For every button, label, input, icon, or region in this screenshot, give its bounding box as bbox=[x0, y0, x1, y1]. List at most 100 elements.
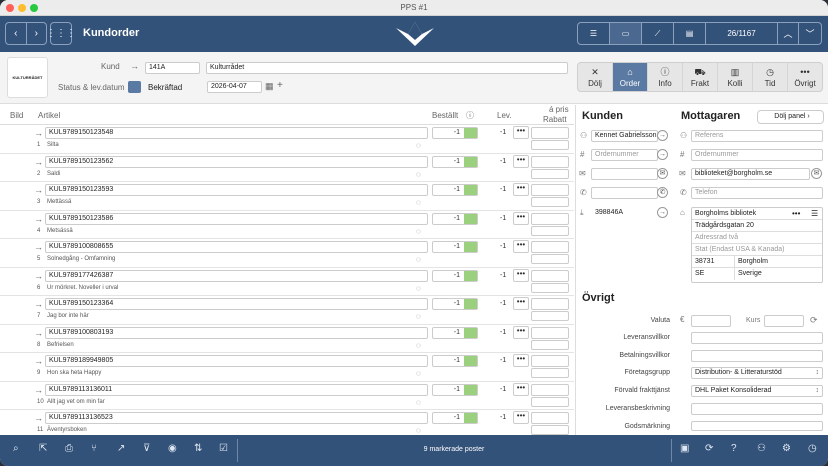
article-field[interactable]: KUL9789189949805 bbox=[45, 355, 428, 367]
kund-id-go-icon[interactable]: → bbox=[657, 207, 668, 218]
row-menu-button[interactable]: ••• bbox=[513, 325, 529, 339]
city-field[interactable]: Borgholm bbox=[734, 256, 768, 268]
mail-send-icon[interactable]: ✉ bbox=[811, 168, 822, 179]
ordered-qty-field[interactable]: -1 bbox=[432, 298, 478, 310]
article-field[interactable]: KUL9789113136523 bbox=[45, 412, 428, 424]
minimize-window-button[interactable] bbox=[18, 4, 26, 12]
price-field[interactable] bbox=[531, 298, 569, 310]
comment-icon[interactable]: ◌ bbox=[416, 170, 421, 179]
discount-field[interactable] bbox=[531, 396, 569, 407]
betalningsvillkor-field[interactable] bbox=[691, 350, 823, 362]
article-field[interactable]: KUL9789150123548 bbox=[45, 127, 428, 139]
ordered-qty-field[interactable]: -1 bbox=[432, 355, 478, 367]
arrow-right-icon[interactable]: → bbox=[34, 328, 43, 338]
country-name-field[interactable]: Sverige bbox=[734, 268, 762, 280]
address-name[interactable]: Borgholms bibliotek ••• ☰ bbox=[692, 208, 822, 220]
row-menu-button[interactable]: ••• bbox=[513, 240, 529, 253]
table-row[interactable]: → KUL9789150123586 4 Metsässä ◌ -1 -1 ••• bbox=[0, 211, 574, 239]
filter-icon[interactable]: ⊽ bbox=[143, 443, 150, 454]
ordered-qty-field[interactable]: -1 bbox=[432, 241, 478, 253]
price-field[interactable] bbox=[531, 241, 569, 253]
list-view-button[interactable]: ☰ bbox=[578, 23, 610, 44]
price-field[interactable] bbox=[531, 155, 569, 168]
tab-frakt[interactable]: ⛟ Frakt bbox=[683, 63, 718, 91]
table-row[interactable]: → KUL9789100808655 5 Solnedgång - Omfamning… bbox=[0, 239, 574, 268]
forward-icon[interactable]: › bbox=[26, 28, 46, 39]
article-field[interactable]: KUL9789150123586 bbox=[45, 212, 428, 225]
arrow-right-icon[interactable]: → bbox=[34, 385, 43, 395]
country-code-field[interactable]: SE bbox=[695, 270, 704, 277]
table-view-button[interactable]: ▤ bbox=[674, 23, 706, 44]
menu-icon[interactable]: ☰ bbox=[811, 208, 818, 220]
price-field[interactable] bbox=[531, 383, 569, 396]
info-icon[interactable]: ⓘ bbox=[466, 110, 474, 121]
discount-field[interactable] bbox=[531, 254, 569, 264]
more-dots-icon[interactable]: ••• bbox=[792, 208, 800, 220]
price-field[interactable] bbox=[531, 355, 569, 367]
arrow-right-icon[interactable]: → bbox=[130, 61, 139, 71]
contact-go-icon[interactable]: → bbox=[657, 130, 668, 141]
cursor-select-icon[interactable]: ⇱ bbox=[39, 443, 47, 454]
arrow-right-icon[interactable]: → bbox=[34, 299, 43, 309]
clock-icon[interactable]: ◷ bbox=[808, 443, 817, 454]
referens-field[interactable]: Referens bbox=[691, 130, 823, 142]
tab-tid[interactable]: ◷ Tid bbox=[753, 63, 788, 91]
comment-icon[interactable]: ◌ bbox=[416, 198, 421, 207]
discount-field[interactable] bbox=[531, 140, 569, 150]
comment-icon[interactable]: ◌ bbox=[416, 255, 421, 264]
comment-icon[interactable]: ◌ bbox=[416, 227, 421, 236]
leveransvillkor-field[interactable] bbox=[691, 332, 823, 344]
row-menu-button[interactable]: ••• bbox=[513, 268, 529, 282]
article-field[interactable]: KUL9789100808655 bbox=[45, 241, 428, 253]
comment-icon[interactable]: ◌ bbox=[416, 141, 421, 150]
delivery-date-field[interactable]: 2026-04-07 bbox=[207, 81, 262, 93]
split-icon[interactable]: ⑂ bbox=[91, 443, 97, 454]
table-row[interactable]: → KUL9789113136011 10 Allt jag vet om min f… bbox=[0, 382, 574, 410]
comment-icon[interactable]: ◌ bbox=[416, 341, 421, 350]
tab-övrigt[interactable]: ••• Övrigt bbox=[788, 63, 822, 91]
chart-view-button[interactable]: ⟋ bbox=[642, 23, 674, 44]
price-field[interactable] bbox=[531, 412, 569, 424]
checkbox-icon[interactable]: ☑ bbox=[219, 443, 228, 454]
leveransbeskrivning-field[interactable] bbox=[691, 403, 823, 415]
row-menu-button[interactable]: ••• bbox=[513, 211, 529, 225]
foretagsgrupp-select[interactable]: Distribution- & Litteraturstöd bbox=[691, 367, 823, 379]
mottagare-email-field[interactable]: biblioteket@borgholm.se bbox=[691, 168, 810, 180]
kund-email-field[interactable] bbox=[591, 168, 658, 180]
tab-info[interactable]: ⓘ Info bbox=[648, 63, 683, 91]
price-field[interactable] bbox=[531, 326, 569, 339]
table-row[interactable]: → KUL9789150123364 7 Jag bor inte här ◌ -1 -1 •… bbox=[0, 296, 574, 325]
mottagare-phone-field[interactable]: Telefon bbox=[691, 187, 823, 199]
row-menu-button[interactable]: ••• bbox=[513, 154, 529, 168]
article-field[interactable]: KUL9789177426387 bbox=[45, 269, 428, 282]
arrow-right-icon[interactable]: → bbox=[34, 128, 43, 138]
zoom-window-button[interactable] bbox=[30, 4, 38, 12]
comment-icon[interactable]: ◌ bbox=[416, 426, 421, 435]
discount-field[interactable] bbox=[531, 368, 569, 378]
hide-panel-button[interactable]: Dölj panel › bbox=[757, 110, 824, 124]
kund-name-field[interactable]: Kulturrådet bbox=[206, 62, 568, 74]
eye-icon[interactable]: ◉ bbox=[168, 443, 177, 454]
ordered-qty-field[interactable]: -1 bbox=[432, 412, 478, 424]
close-window-button[interactable] bbox=[6, 4, 14, 12]
row-menu-button[interactable]: ••• bbox=[513, 354, 529, 367]
mail-send-icon[interactable]: ✉ bbox=[657, 168, 668, 179]
row-menu-button[interactable]: ••• bbox=[513, 297, 529, 310]
next-record-button[interactable]: ﹀ bbox=[799, 23, 821, 44]
row-menu-button[interactable]: ••• bbox=[513, 411, 529, 424]
kund-ordernummer-field[interactable]: Ordernummer bbox=[591, 149, 658, 161]
zip-field[interactable]: 38731 bbox=[695, 258, 714, 265]
search-icon[interactable]: ⌕ bbox=[13, 443, 19, 454]
comment-icon[interactable]: ◌ bbox=[416, 284, 421, 293]
contact-field[interactable]: Kennet Gabrielsson bbox=[591, 130, 658, 142]
table-row[interactable]: → KUL9789150123548 1 Silta ◌ -1 -1 ••• bbox=[0, 125, 574, 154]
article-field[interactable]: KUL9789150123593 bbox=[45, 184, 428, 196]
table-row[interactable]: → KUL9789100803193 8 Befrielsen ◌ -1 -1 ••• bbox=[0, 325, 574, 353]
address-state[interactable]: Stat (Endast USA & Kanada) bbox=[692, 244, 822, 256]
refresh-icon[interactable]: ⟳ bbox=[810, 315, 818, 326]
address-line2[interactable]: Adressrad två bbox=[692, 232, 822, 244]
tab-order[interactable]: ⌂ Order bbox=[613, 63, 648, 91]
fraktjanst-select[interactable]: DHL Paket Konsoliderad bbox=[691, 385, 823, 397]
table-row[interactable]: → KUL9789177426387 6 Ur mörkret. Noveller i… bbox=[0, 268, 574, 296]
arrow-right-icon[interactable]: → bbox=[34, 413, 43, 423]
